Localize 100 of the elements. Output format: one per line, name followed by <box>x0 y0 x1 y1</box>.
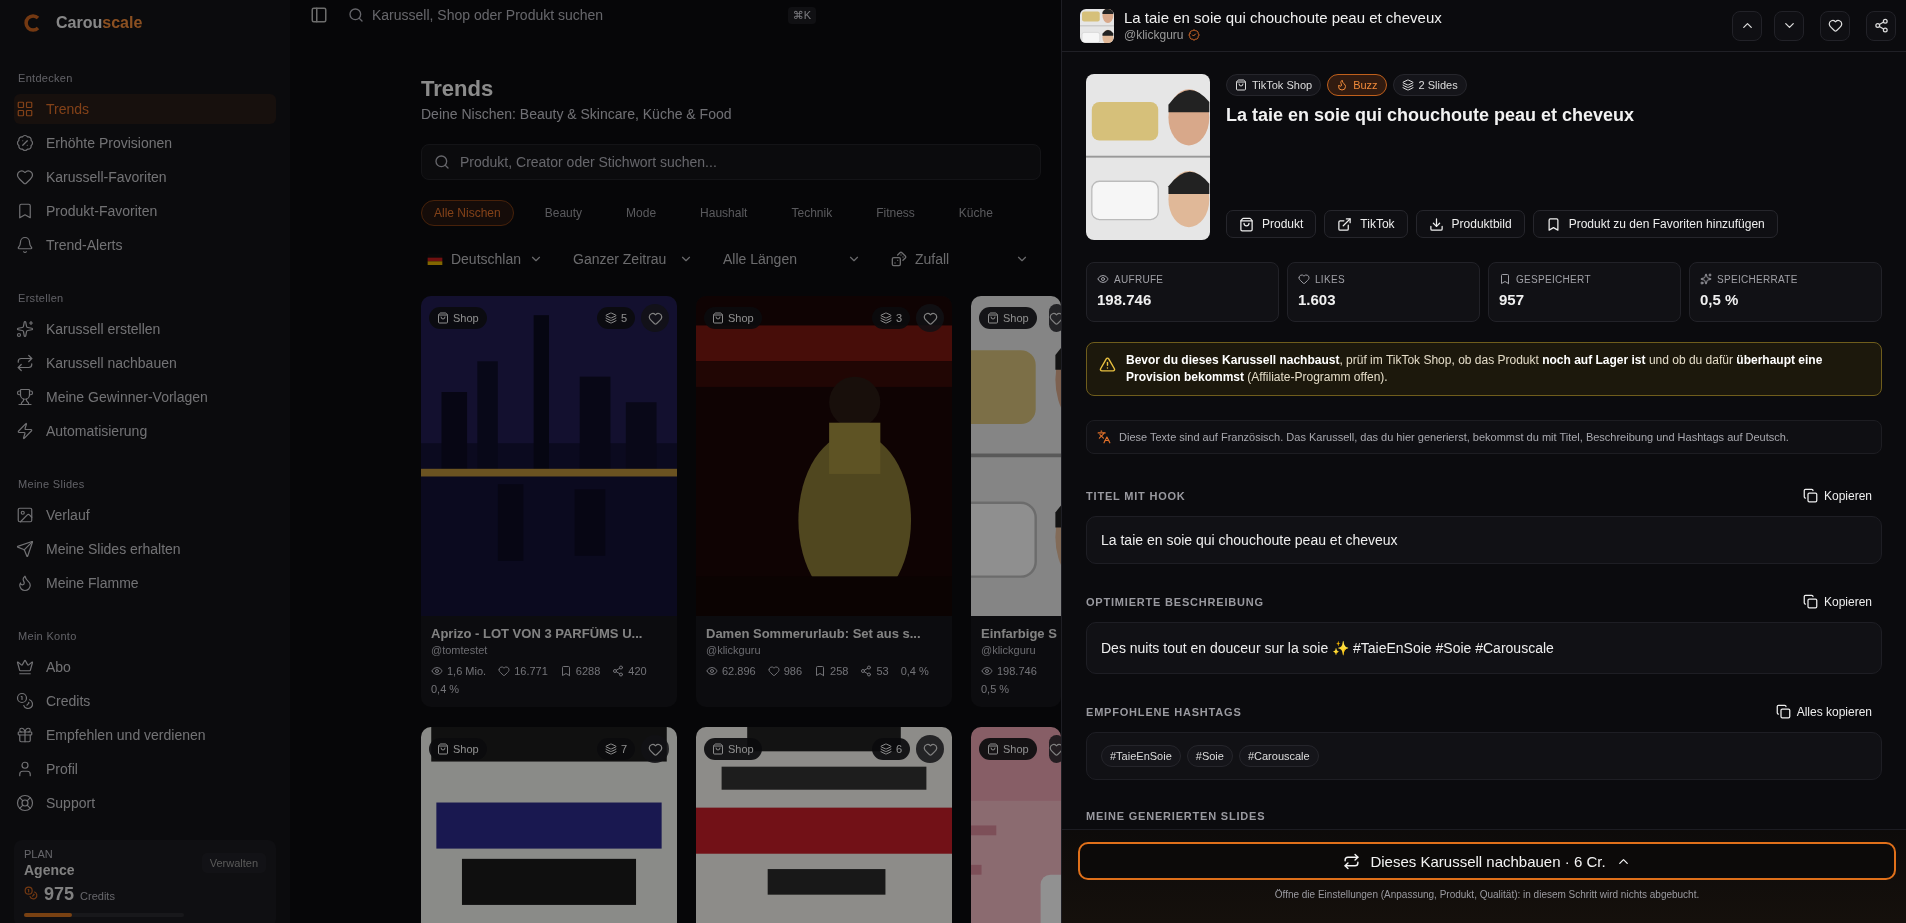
panel-title: La taie en soie qui chouchoute peau et cheveux <box>1124 9 1443 26</box>
sidebar-item[interactable]: Meine Flamme <box>14 568 276 598</box>
heart-icon <box>647 741 663 757</box>
flame-icon <box>1336 79 1349 91</box>
sidebar-item[interactable]: Abo <box>14 652 276 682</box>
shopping-bag-icon <box>1239 216 1254 232</box>
trend-card[interactable]: Shop Einfarbige S @klickguru 198.746 0,5 % <box>971 296 1061 707</box>
sidebar-item[interactable]: Karussell erstellen <box>14 314 276 344</box>
stat-label: LIKES <box>1298 273 1469 285</box>
sidebar-item[interactable]: Meine Slides erhalten <box>14 534 276 564</box>
layers-icon <box>604 312 617 324</box>
sidebar-item[interactable]: Profil <box>14 754 276 784</box>
shopping-bag-icon <box>987 312 999 324</box>
shopping-bag-icon <box>712 312 724 324</box>
crown-icon <box>16 658 34 676</box>
page-title: Trends <box>421 76 494 102</box>
niche-chip[interactable]: Mode <box>613 200 670 226</box>
stat-value: 198.746 <box>981 665 1037 677</box>
niche-chip[interactable]: Technik <box>778 200 846 226</box>
flame-icon <box>16 574 34 592</box>
sidebar-item[interactable]: Meine Gewinner-Vorlagen <box>14 382 276 412</box>
action-button[interactable]: Produkt <box>1226 210 1317 238</box>
copy-button[interactable]: Alles kopieren <box>1775 704 1872 719</box>
heart-icon <box>498 665 511 677</box>
download-icon <box>1428 216 1444 232</box>
shopping-bag-icon <box>437 743 449 755</box>
heart-icon <box>647 310 663 326</box>
filter-dropdown[interactable]: Alle Längen <box>717 244 867 274</box>
heart-icon <box>1827 18 1843 33</box>
sidebar-item[interactable]: Erhöhte Provisionen <box>14 128 276 158</box>
section-heading: TITEL MIT HOOK <box>1086 489 1186 502</box>
creator-handle: @klickguru <box>1124 28 1722 42</box>
dice-icon <box>891 251 907 267</box>
sidebar-item[interactable]: Empfehlen und verdienen <box>14 720 276 750</box>
trend-card[interactable]: Shop 5 Aprizo - LOT VON 3 PARFÜMS U... @tomtestet 1,6 Mio. 16.771 6288 420 0,4 % <box>421 296 677 707</box>
sidebar-item[interactable]: Credits <box>14 686 276 716</box>
shop-badge: Shop <box>429 738 487 760</box>
hashtag-chip[interactable]: #Carouscale <box>1238 745 1319 767</box>
gift-icon <box>16 726 34 744</box>
creator-handle: @klickguru <box>706 644 761 656</box>
share-button[interactable] <box>1866 10 1896 41</box>
coins-icon <box>16 692 34 710</box>
buzz-badge: Buzz <box>1327 74 1387 96</box>
share-icon <box>860 665 873 677</box>
lightning-icon <box>16 422 34 440</box>
action-button[interactable]: Produktbild <box>1415 210 1525 238</box>
stat-value: 198.746 <box>1097 291 1153 308</box>
sidebar-item[interactable]: Verlauf <box>14 500 276 530</box>
rebuild-button[interactable]: Dieses Karussell nachbauen · 6 Cr. <box>1078 842 1896 880</box>
sidebar-item[interactable]: Produkt-Favoriten <box>14 196 276 226</box>
plan-name: Agence <box>24 862 76 878</box>
trend-card[interactable]: Shop 3 Damen Sommerurlaub: Set aus s... @klickguru 62.896 986 258 53 0,4 % <box>696 296 952 707</box>
credits-label: Credits <box>80 890 115 902</box>
hashtag-chip[interactable]: #Soie <box>1186 745 1233 767</box>
favorite-button[interactable] <box>1820 10 1850 41</box>
sidebar-item[interactable]: Karussell-Favoriten <box>14 162 276 192</box>
layers-icon <box>879 312 892 324</box>
stat-value: 0,4 % <box>900 665 929 677</box>
trend-card[interactable]: Shop 7 <box>421 727 677 923</box>
copy-icon <box>1802 594 1818 609</box>
search-field[interactable]: Produkt, Creator oder Stichwort suchen... <box>421 144 1041 180</box>
action-button[interactable]: TikTok <box>1324 210 1408 238</box>
trend-card[interactable]: Shop <box>971 727 1061 923</box>
niche-chip[interactable]: Fitness <box>863 200 928 226</box>
hashtag-chip[interactable]: #TaieEnSoie <box>1101 745 1181 767</box>
stat-value: 1.603 <box>1298 291 1337 308</box>
section-title: Erstellen <box>18 292 64 304</box>
warning-text: Bevor du dieses Karussell nachbaust, prüf im TikTok Shop, ob das Produkt noch auf Lager ist und ob du dafür überhaupt eine Provision bekommst (Affiliate-Programm offen). <box>1126 352 1824 386</box>
card-title: Einfarbige S <box>981 626 1058 641</box>
manage-button[interactable]: Verwalten <box>201 853 266 873</box>
trophy-icon <box>16 388 34 406</box>
stat-value: 986 <box>767 665 802 677</box>
sidebar-toggle-icon[interactable] <box>310 6 328 24</box>
action-button[interactable]: Produkt zu den Favoriten hinzufügen <box>1532 210 1778 238</box>
filter-dropdown[interactable]: Deutschlan <box>421 244 549 274</box>
stat-value: 957 <box>1499 291 1526 308</box>
sidebar-item[interactable]: Trend-Alerts <box>14 230 276 260</box>
external-link-icon <box>1337 216 1353 232</box>
trend-card[interactable]: Shop 6 <box>696 727 952 923</box>
send-icon <box>16 540 34 558</box>
section-heading: MEINE GENERIERTEN SLIDES <box>1086 810 1266 822</box>
stat-value: 6288 <box>559 665 601 677</box>
shop-badge: Shop <box>979 307 1037 329</box>
filter-dropdown[interactable]: Ganzer Zeitrau <box>567 244 699 274</box>
page-subtitle: Deine Nischen: Beauty & Skincare, Küche & Food <box>421 106 732 122</box>
global-search-field[interactable]: Karussell, Shop oder Produkt suchen ⌘K <box>342 0 822 30</box>
niche-chip[interactable]: Küche <box>945 200 1006 226</box>
sidebar-item[interactable]: Automatisierung <box>14 416 276 446</box>
filter-dropdown[interactable]: Zufall <box>885 244 1035 274</box>
warning-icon <box>1099 356 1116 373</box>
sidebar-item[interactable]: Karussell nachbauen <box>14 348 276 378</box>
niche-chip[interactable]: Haushalt <box>687 200 761 226</box>
copy-button[interactable]: Kopieren <box>1802 488 1872 503</box>
copy-button[interactable]: Kopieren <box>1802 594 1872 609</box>
repeat-icon <box>16 354 34 372</box>
shopping-bag-icon <box>712 743 724 755</box>
grid-icon <box>16 100 34 118</box>
heart-icon <box>767 665 780 677</box>
sidebar-item[interactable]: Support <box>14 788 276 818</box>
niche-chip[interactable]: Beauty <box>531 200 596 226</box>
